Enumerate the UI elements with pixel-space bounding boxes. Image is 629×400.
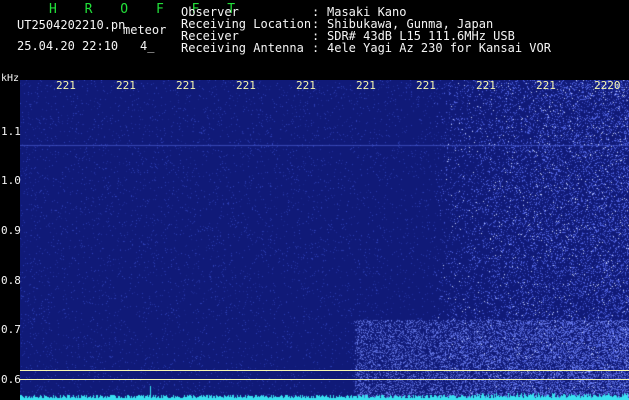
frame-index: 4_ xyxy=(140,39,155,53)
x-tick-6: 221 xyxy=(356,79,376,92)
x-tick-7: 221 xyxy=(416,79,436,92)
antenna-sep: : xyxy=(312,41,320,55)
y-tick-1-0: 1.0 xyxy=(1,174,21,187)
y-tick-0-8: 0.8 xyxy=(1,274,21,287)
y-tick-0-7: 0.7 xyxy=(1,323,21,336)
x-tick-3: 221 xyxy=(176,79,196,92)
antenna-value: 4ele Yagi Az 230 for Kansai VOR xyxy=(327,41,551,55)
antenna-label: Receiving Antenna xyxy=(181,41,304,55)
header-panel: H R O F F T UT2504202210.pn meteor 25.04… xyxy=(0,0,629,78)
x-tick-8: 221 xyxy=(476,79,496,92)
marker-line-lower xyxy=(20,379,629,380)
marker-line-upper xyxy=(20,370,629,371)
y-tick-1-1: 1.1 xyxy=(1,125,21,138)
x-tick-2: 221 xyxy=(116,79,136,92)
x-tick-9: 221 xyxy=(536,79,556,92)
x-tick-5: 221 xyxy=(296,79,316,92)
spectrogram-canvas xyxy=(20,80,629,400)
unit-label: kHz xyxy=(1,73,20,84)
y-tick-0-6: 0.6 xyxy=(1,373,21,386)
x-tick-1: 221 xyxy=(56,79,76,92)
date-time: 25.04.20 22:10 xyxy=(17,39,119,53)
mode-label: meteor xyxy=(123,23,167,37)
y-tick-0-9: 0.9 xyxy=(1,224,21,237)
x-tick-10: 2220 xyxy=(594,79,621,92)
file-name: UT2504202210.pn xyxy=(17,18,126,32)
x-tick-4: 221 xyxy=(236,79,256,92)
